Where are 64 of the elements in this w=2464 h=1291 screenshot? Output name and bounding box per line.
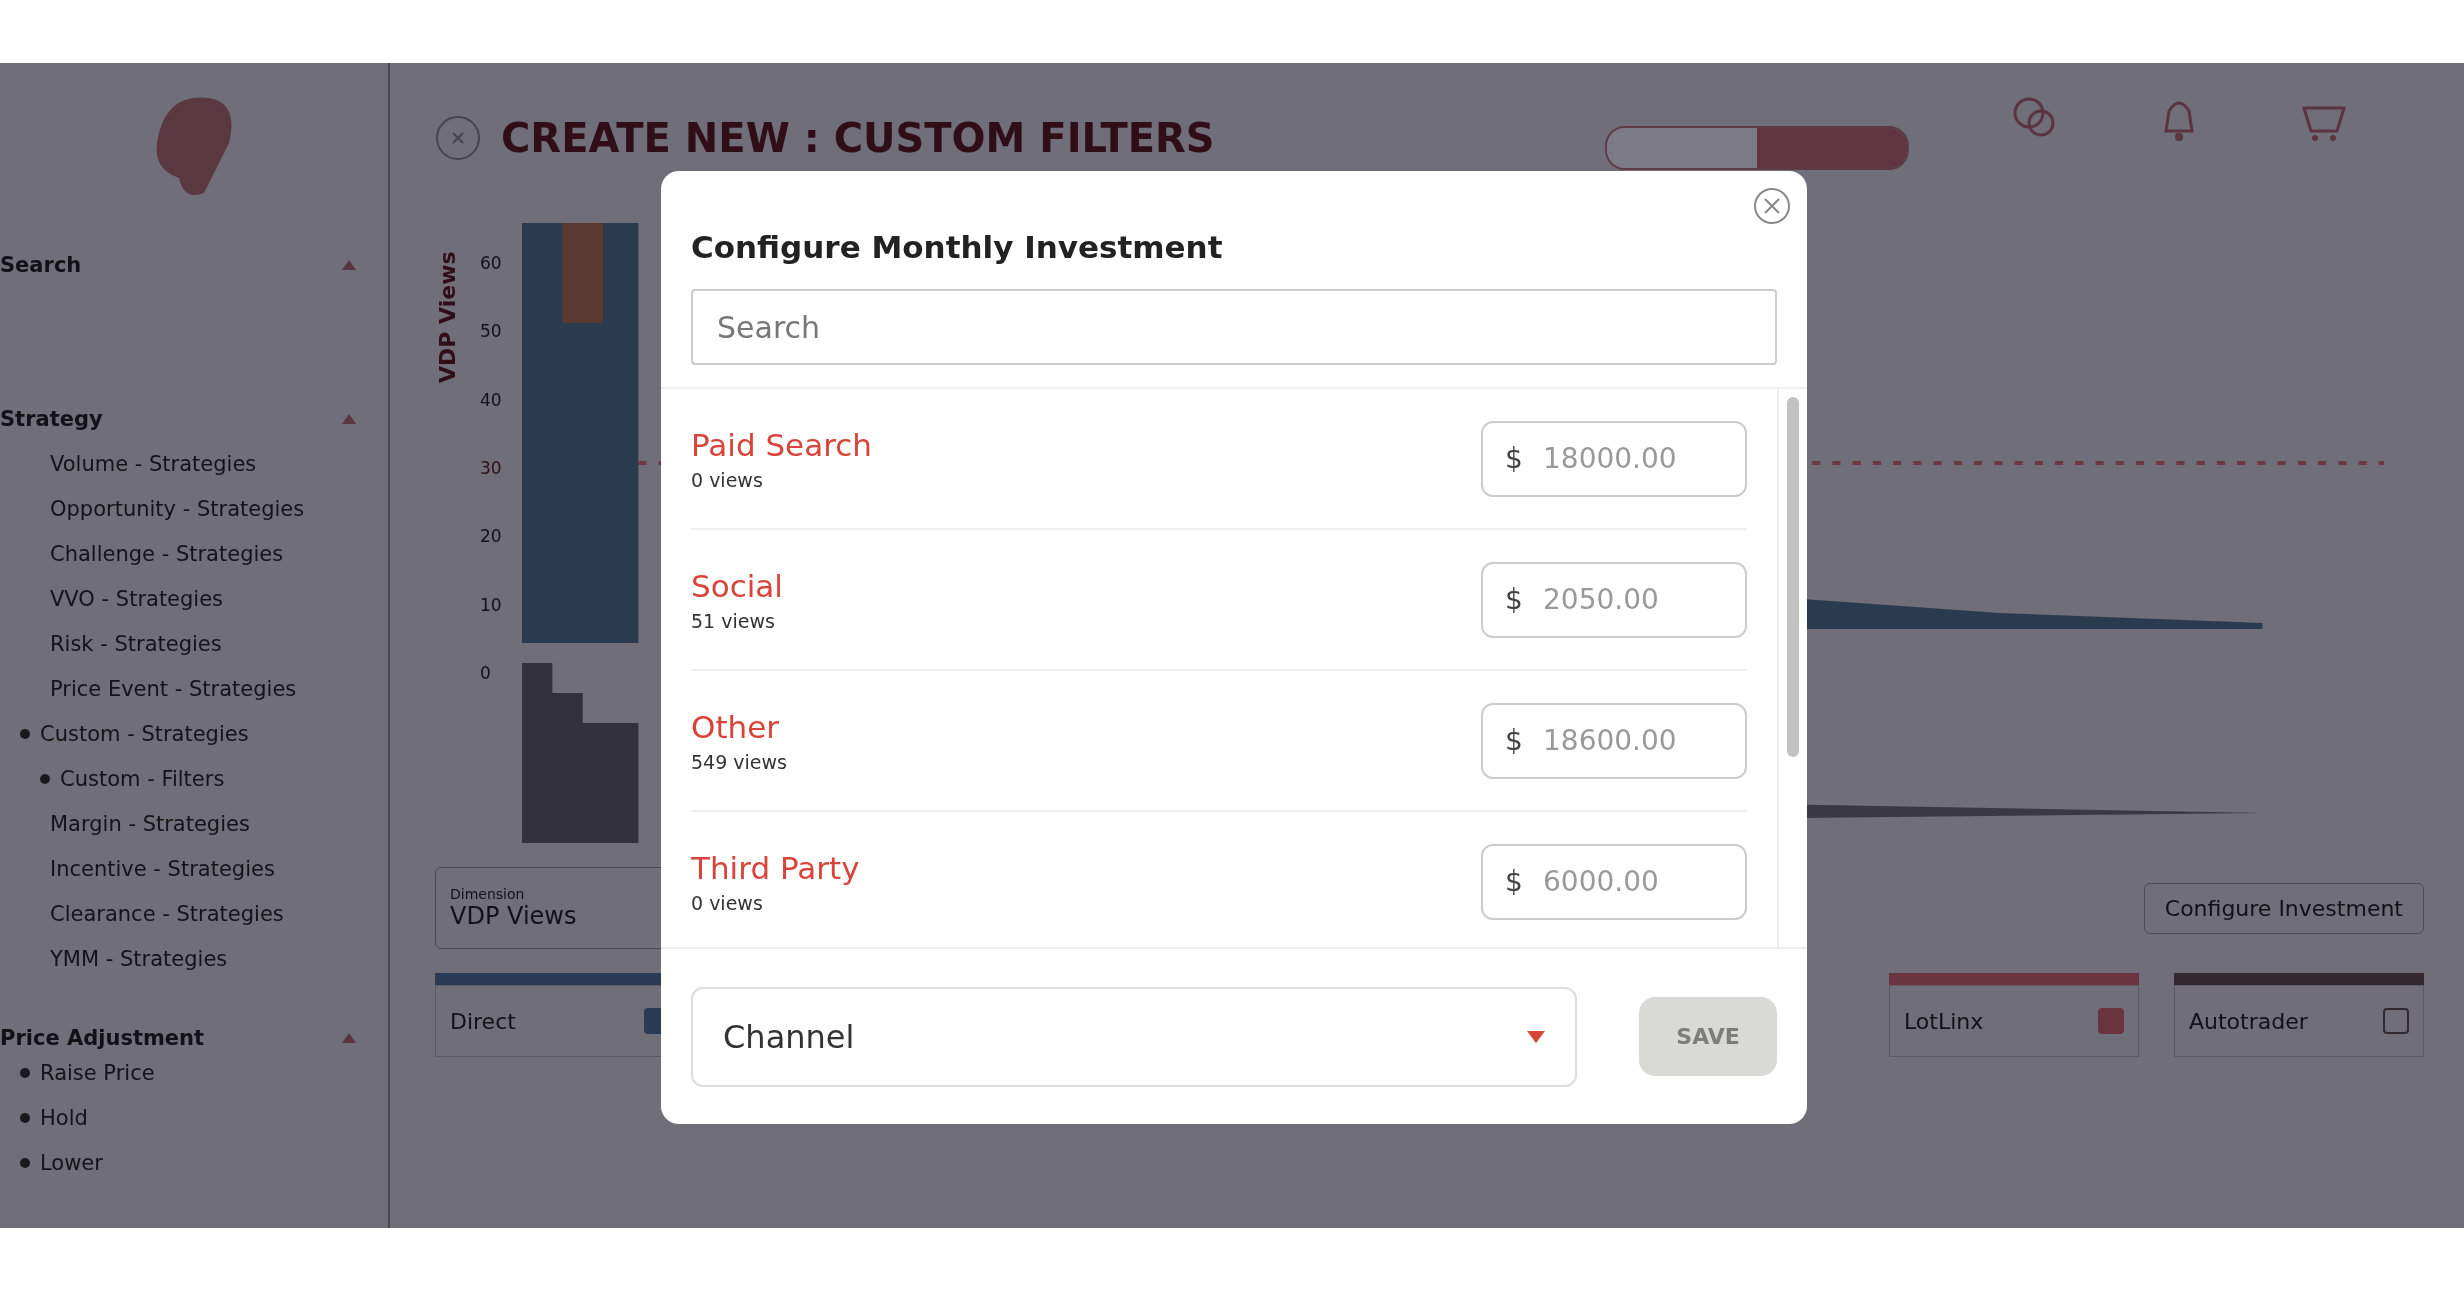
channel-name: Third Party bbox=[691, 849, 860, 886]
bullet-icon bbox=[20, 1157, 30, 1168]
axis-tick: 60 bbox=[480, 253, 502, 273]
sidebar-item[interactable]: Risk - Strategies bbox=[50, 631, 222, 656]
channel-name: Direct bbox=[450, 1008, 516, 1034]
modal-title: Configure Monthly Investment bbox=[691, 229, 1224, 265]
caret-icon[interactable] bbox=[342, 260, 356, 270]
sidebar-item[interactable]: Lower bbox=[40, 1150, 103, 1175]
sidebar-item[interactable]: Hold bbox=[40, 1105, 88, 1130]
channel-name: Paid Search bbox=[691, 426, 872, 463]
sidebar-item[interactable]: Custom - Filters bbox=[60, 766, 225, 791]
checkbox[interactable] bbox=[2098, 1008, 2124, 1034]
sidebar-item[interactable]: YMM - Strategies bbox=[50, 946, 228, 971]
bullet-icon bbox=[20, 728, 30, 739]
axis-tick: 20 bbox=[480, 526, 502, 547]
close-icon[interactable] bbox=[435, 115, 481, 161]
currency-symbol: $ bbox=[1505, 865, 1523, 898]
close-icon[interactable] bbox=[1753, 187, 1791, 225]
axis-tick: 40 bbox=[480, 389, 502, 410]
sidebar-item[interactable]: Price Event - Strategies bbox=[50, 676, 297, 701]
sidebar-item[interactable]: Margin - Strategies bbox=[50, 811, 250, 836]
sidebar-item[interactable]: Incentive - Strategies bbox=[50, 856, 275, 881]
search-field[interactable]: Search bbox=[691, 289, 1777, 365]
bullet-icon bbox=[40, 773, 50, 784]
sidebar-item[interactable]: Volume - Strategies bbox=[50, 451, 257, 476]
caret-icon[interactable] bbox=[342, 1033, 356, 1043]
section-heading[interactable]: Search bbox=[0, 253, 82, 277]
checkbox[interactable] bbox=[2383, 1008, 2409, 1034]
section-heading[interactable]: Price Adjustment bbox=[0, 1026, 205, 1050]
axis-tick: 30 bbox=[480, 458, 502, 478]
axis-tick: 10 bbox=[480, 594, 502, 615]
section-heading[interactable]: Strategy bbox=[0, 407, 103, 431]
sidebar-item[interactable]: Raise Price bbox=[40, 1060, 155, 1085]
currency-symbol: $ bbox=[1505, 442, 1523, 475]
axis-tick: 50 bbox=[480, 321, 502, 342]
channel-name: Other bbox=[691, 708, 781, 745]
toggle-segment[interactable] bbox=[1757, 128, 1907, 168]
toggle-segment[interactable] bbox=[1607, 128, 1757, 168]
views-count: 0 views bbox=[691, 891, 764, 914]
currency-symbol: $ bbox=[1505, 583, 1523, 616]
sidebar-item[interactable]: Challenge - Strategies bbox=[50, 541, 284, 566]
caret-icon[interactable] bbox=[342, 414, 356, 424]
views-count: 0 views bbox=[691, 468, 764, 491]
sidebar-item[interactable]: VVO - Strategies bbox=[50, 586, 224, 611]
bullet-icon bbox=[20, 1112, 30, 1123]
scrollbar-thumb[interactable] bbox=[1787, 397, 1799, 757]
page-title: CREATE NEW : CUSTOM FILTERS bbox=[501, 115, 1216, 161]
axis-tick: 0 bbox=[480, 662, 492, 683]
field-label: Dimension bbox=[450, 886, 526, 902]
sidebar-item[interactable]: Opportunity - Strategies bbox=[50, 496, 305, 521]
views-count: 549 views bbox=[691, 750, 787, 773]
field-value: VDP Views bbox=[450, 902, 578, 930]
configure-investment-button[interactable]: Configure Investment bbox=[2143, 882, 2424, 934]
channel-name: LotLinx bbox=[1904, 1008, 1984, 1034]
sidebar-item[interactable]: Clearance - Strategies bbox=[50, 901, 284, 926]
views-count: 51 views bbox=[691, 609, 776, 632]
bullet-icon bbox=[20, 1067, 30, 1078]
axis-label: VDP Views bbox=[435, 250, 460, 383]
sidebar-item[interactable]: Custom - Strategies bbox=[40, 721, 249, 746]
channel-name: Social bbox=[691, 567, 783, 604]
channel-name: Autotrader bbox=[2189, 1008, 2308, 1034]
channel-select[interactable]: Channel bbox=[691, 986, 1577, 1087]
currency-symbol: $ bbox=[1505, 724, 1523, 757]
caret-icon bbox=[1527, 1030, 1545, 1043]
